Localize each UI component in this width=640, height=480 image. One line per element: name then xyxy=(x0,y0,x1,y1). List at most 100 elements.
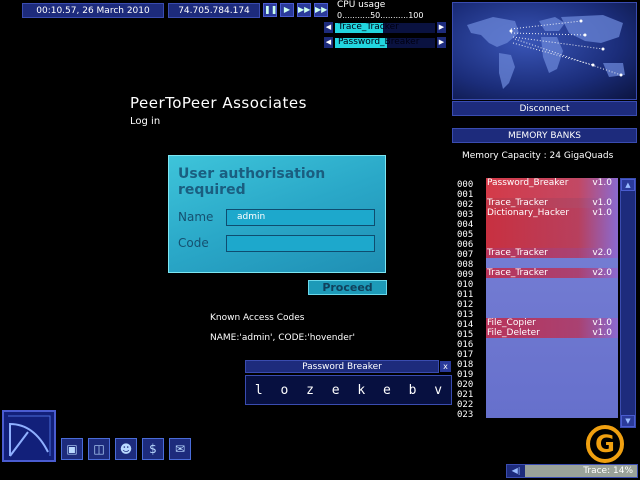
software-button[interactable]: ▣ xyxy=(61,438,83,460)
hardware-button[interactable]: ◫ xyxy=(88,438,110,460)
auth-panel: User authorisation required Name admin C… xyxy=(168,155,386,273)
cpu-task-name: Trace_Tracker xyxy=(338,21,399,32)
cpu-decrease-button[interactable]: ◀ xyxy=(324,22,333,33)
envelope-icon: ✉ xyxy=(174,442,186,456)
memory-slot-number: 009 xyxy=(457,270,474,280)
memory-slot-number: 007 xyxy=(457,250,474,260)
world-map[interactable] xyxy=(452,2,637,100)
arrow-down-icon: ▼ xyxy=(625,417,631,425)
fast-forward-button[interactable]: ▶▶ xyxy=(297,3,311,17)
cpu-task-name: Password_Breaker xyxy=(338,36,420,47)
password-char: v xyxy=(434,382,443,398)
memory-file-block[interactable]: Password_Breaker v1.0 xyxy=(486,178,618,198)
memory-slot-number: 012 xyxy=(457,300,474,310)
password-char: z xyxy=(306,382,314,398)
memory-file-block[interactable]: Dictionary_Hacker v1.0 xyxy=(486,208,618,248)
disconnect-button[interactable]: Disconnect xyxy=(452,101,637,116)
cpu-task-list: ◀ Trace_Tracker ▶ ◀ Password_Breaker ▶ xyxy=(324,22,448,48)
trace-label: Trace: 14% xyxy=(583,466,633,476)
page-subtitle: Log in xyxy=(130,116,161,127)
memory-file-label: File_Copier v1.0 xyxy=(486,318,616,328)
pause-button[interactable]: ❚❚ xyxy=(263,3,277,17)
password-breaker-header[interactable]: Password Breaker xyxy=(245,360,439,373)
memory-file-name: Trace_Tracker xyxy=(487,248,548,258)
password-char: l xyxy=(254,382,263,398)
name-label: Name xyxy=(178,210,214,224)
password-char: e xyxy=(331,382,340,398)
cpu-decrease-button[interactable]: ◀ xyxy=(324,37,333,48)
close-icon: x xyxy=(443,362,448,371)
memory-bank-area[interactable]: Password_Breaker v1.0 Trace_Tracker v1.0 Dic… xyxy=(486,178,618,418)
memory-banks-header: MEMORY BANKS xyxy=(452,128,637,143)
memory-scrollbar[interactable]: ▲ ▼ xyxy=(620,178,636,428)
memory-slot-number: 016 xyxy=(457,340,474,350)
known-codes-value: NAME:'admin', CODE:'hovender' xyxy=(210,333,355,343)
memory-slot-number: 014 xyxy=(457,320,474,330)
code-input[interactable] xyxy=(226,235,375,252)
memory-slot-number: 004 xyxy=(457,220,474,230)
cpu-task-bar: Password_Breaker xyxy=(335,36,435,48)
arrow-left-icon: ◀ xyxy=(325,23,332,31)
memory-slot-number: 019 xyxy=(457,370,474,380)
memory-file-version: v1.0 xyxy=(592,198,612,208)
cpu-increase-button[interactable]: ▶ xyxy=(437,37,446,48)
arrow-left-icon: ◀ xyxy=(325,38,332,46)
memory-file-block[interactable]: File_Copier v1.0 xyxy=(486,318,618,328)
skip-button[interactable]: ▶▶ xyxy=(314,3,328,17)
play-button[interactable]: ▶ xyxy=(280,3,294,17)
memory-file-version: v1.0 xyxy=(592,328,612,338)
cpu-usage-label: CPU usage xyxy=(337,0,386,10)
proceed-button[interactable]: Proceed xyxy=(308,280,387,295)
memory-slot-number: 013 xyxy=(457,310,474,320)
memory-file-version: v2.0 xyxy=(592,248,612,258)
scroll-up-button[interactable]: ▲ xyxy=(621,179,635,191)
memory-file-label: Password_Breaker v1.0 xyxy=(486,178,616,188)
memory-slot-number: 001 xyxy=(457,190,474,200)
email-button[interactable]: ✉ xyxy=(169,438,191,460)
password-breaker-close-button[interactable]: x xyxy=(440,361,451,372)
name-input[interactable]: admin xyxy=(226,209,375,226)
memory-file-block[interactable]: Trace_Tracker v2.0 xyxy=(486,248,618,258)
known-codes-title: Known Access Codes xyxy=(210,313,305,323)
local-ip-display: 74.705.784.174 xyxy=(168,3,260,18)
scroll-down-button[interactable]: ▼ xyxy=(621,415,635,427)
g-logo: G xyxy=(586,425,624,463)
memory-file-name: Dictionary_Hacker xyxy=(487,208,570,218)
memory-file-name: File_Deleter xyxy=(487,328,540,338)
gateway-button[interactable] xyxy=(2,410,56,462)
dollar-icon: $ xyxy=(149,442,157,456)
memory-file-label: Dictionary_Hacker v1.0 xyxy=(486,208,616,218)
finance-button[interactable]: $ xyxy=(142,438,164,460)
password-breaker-display: l o z e k e b v xyxy=(245,375,452,405)
memory-slot-number: 003 xyxy=(457,210,474,220)
memory-slot-number: 006 xyxy=(457,240,474,250)
play-icon: ▶ xyxy=(283,5,291,14)
trace-progress: Trace: 14% xyxy=(525,465,637,477)
status-button[interactable]: ☻ xyxy=(115,438,137,460)
world-map-graphic xyxy=(467,15,625,89)
password-char: b xyxy=(408,382,417,398)
speaker-icon: ◀| xyxy=(511,466,521,475)
site-title: PeerToPeer Associates xyxy=(130,94,307,112)
memory-slot-number: 005 xyxy=(457,230,474,240)
code-label: Code xyxy=(178,236,209,250)
cpu-scale: 0...........50...........100 xyxy=(337,11,424,20)
memory-file-name: Trace_Tracker xyxy=(487,268,548,278)
memory-file-version: v1.0 xyxy=(592,178,612,188)
disk-icon: ◫ xyxy=(93,442,105,456)
fast-forward-icon: ▶▶ xyxy=(298,5,311,14)
memory-file-label: File_Deleter v1.0 xyxy=(486,328,616,338)
arrow-right-icon: ▶ xyxy=(438,23,445,31)
auth-title: User authorisation required xyxy=(178,166,326,198)
arrow-up-icon: ▲ xyxy=(625,181,631,189)
memory-file-block[interactable]: File_Deleter v1.0 xyxy=(486,328,618,338)
memory-file-block[interactable]: Trace_Tracker v1.0 xyxy=(486,198,618,208)
memory-slot-number: 008 xyxy=(457,260,474,270)
memory-file-version: v2.0 xyxy=(592,268,612,278)
cpu-increase-button[interactable]: ▶ xyxy=(437,22,446,33)
password-char: e xyxy=(383,382,391,398)
pause-icon: ❚❚ xyxy=(264,5,278,14)
memory-file-name: Password_Breaker xyxy=(487,178,569,188)
trace-sound-button[interactable]: ◀| xyxy=(508,465,524,477)
memory-file-block[interactable]: Trace_Tracker v2.0 xyxy=(486,268,618,278)
